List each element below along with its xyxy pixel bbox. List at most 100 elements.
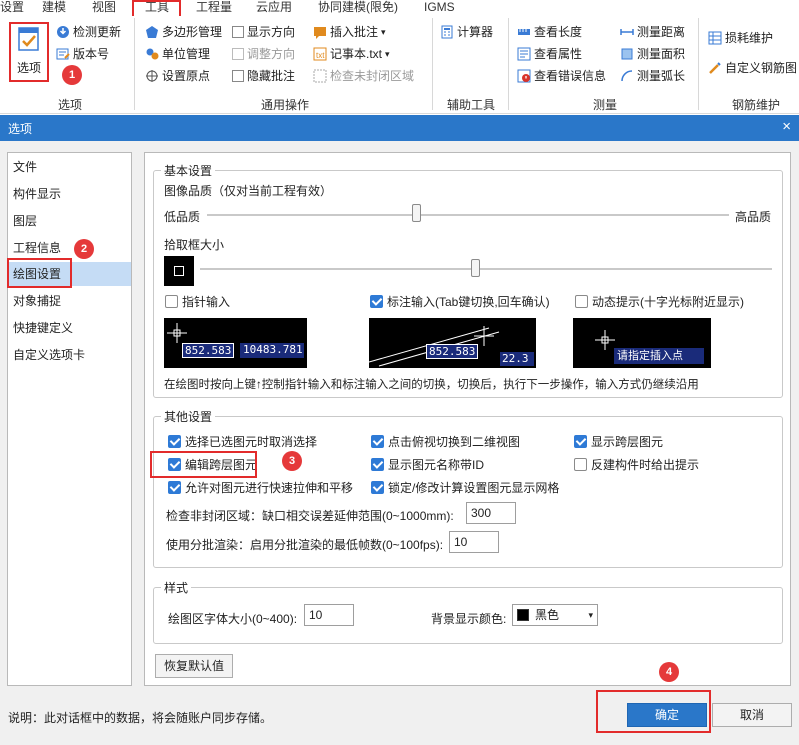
pick-box-preview: [164, 256, 194, 286]
show-direction-toggle[interactable]: 显示方向: [232, 22, 295, 42]
polygon-mgmt-button[interactable]: 多边形管理: [145, 22, 222, 42]
ok-button-highlight: [596, 690, 711, 733]
check-unclosed-button[interactable]: 检查未封闭区域: [313, 66, 414, 86]
show-name-id-checkbox[interactable]: [371, 457, 384, 471]
high-quality-label: 高品质: [735, 210, 772, 224]
rebar-group-label: 钢筋维护: [731, 98, 780, 112]
quick-stretch-checkbox[interactable]: [168, 480, 181, 494]
measure-area-button[interactable]: 测量面积: [620, 44, 685, 64]
close-icon[interactable]: ×: [782, 118, 791, 135]
bg-color-swatch: [517, 609, 529, 621]
unclosed-range-input[interactable]: 300: [466, 502, 516, 524]
preview-hint-text: 请指定插入点: [614, 348, 704, 364]
deselect-selected-option[interactable]: 选择已选图元时取消选择: [168, 432, 317, 450]
tab-cloud[interactable]: 云应用: [256, 0, 292, 16]
view-length-button[interactable]: 查看长度: [517, 22, 582, 42]
top-view-2d-option[interactable]: 点击俯视切换到二维视图: [371, 432, 520, 450]
deselect-selected-checkbox[interactable]: [168, 434, 181, 448]
cancel-button[interactable]: 取消: [712, 703, 792, 727]
unclosed-range-label: 检查非封闭区域：缺口相交误差延伸范围(0~1000mm):: [166, 509, 454, 523]
font-size-input[interactable]: 10: [304, 604, 354, 626]
bg-color-select[interactable]: 黑色 ▾: [512, 604, 598, 626]
nav-item-project-info[interactable]: 工程信息: [8, 236, 131, 260]
pointer-input-checkbox[interactable]: [165, 294, 178, 308]
tab-modeling[interactable]: 建模: [42, 0, 66, 16]
measure-arc-button[interactable]: 测量弧长: [620, 66, 685, 86]
calculator-button[interactable]: 计算器: [440, 22, 493, 42]
custom-rebar-button[interactable]: 自定义钢筋图: [708, 58, 797, 78]
nav-item-shortcut-keys[interactable]: 快捷键定义: [8, 316, 131, 340]
hide-annotation-toggle[interactable]: 隐藏批注: [232, 66, 295, 86]
nav-item-component-display[interactable]: 构件显示: [8, 182, 131, 206]
chevron-down-icon: ▾: [385, 49, 390, 59]
pick-box-label: 拾取框大小: [164, 238, 225, 252]
error-icon: [517, 69, 531, 83]
input-toggle-note: 在绘图时按向上键↑控制指针输入和标注输入之间的切换，切换后，执行下一步操作，输入…: [164, 379, 699, 391]
notepad-icon: txt: [313, 47, 327, 61]
image-quality-label: 图像品质（仅对当前工程有效）: [164, 184, 333, 198]
loss-table-icon: [708, 31, 722, 45]
image-quality-slider[interactable]: [207, 214, 729, 216]
reverse-build-hint-checkbox[interactable]: [574, 457, 587, 471]
preview-value-box: 852.583: [182, 343, 234, 358]
preview-angle-box: 22.3: [500, 352, 534, 366]
dialog-titlebar: 选项 ×: [0, 115, 799, 141]
pick-box-slider[interactable]: [200, 268, 772, 270]
restore-default-button[interactable]: 恢复默认值: [155, 654, 233, 678]
polygon-icon: [146, 26, 158, 38]
version-icon: [56, 48, 70, 60]
adjust-direction-toggle[interactable]: 调整方向: [232, 44, 295, 64]
insert-annotation-button[interactable]: 插入批注 ▾: [313, 22, 386, 42]
font-size-label: 绘图区字体大小(0~400):: [168, 612, 298, 626]
view-error-button[interactable]: 查看错误信息: [517, 66, 606, 86]
nav-item-layer[interactable]: 图层: [8, 209, 131, 233]
unit-mgmt-button[interactable]: 单位管理: [145, 44, 210, 64]
drawing-settings-highlight: [7, 258, 72, 288]
top-view-2d-checkbox[interactable]: [371, 434, 384, 448]
measure-distance-button[interactable]: 测量距离: [620, 22, 685, 42]
show-cross-layer-checkbox[interactable]: [574, 434, 587, 448]
edit-cross-layer-highlight: [150, 451, 257, 478]
lock-grid-option[interactable]: 锁定/修改计算设置图元显示网格: [371, 478, 559, 496]
dynamic-hint-option[interactable]: 动态提示(十字光标附近显示): [575, 292, 744, 310]
dimension-input-checkbox[interactable]: [370, 294, 383, 308]
pick-box-square: [174, 266, 184, 276]
version-button[interactable]: 版本号: [56, 44, 109, 64]
aux-tools-group-label: 辅助工具: [446, 98, 495, 112]
check-update-button[interactable]: 检测更新: [56, 22, 121, 42]
calculator-icon: [441, 25, 453, 39]
image-quality-slider-thumb[interactable]: [411, 204, 421, 222]
pick-box-slider-thumb[interactable]: [471, 259, 480, 277]
tab-view[interactable]: 视图: [92, 0, 116, 16]
pointer-input-option[interactable]: 指针输入: [165, 292, 230, 310]
tab-collab[interactable]: 协同建模(限免): [318, 0, 398, 16]
tab-quantity[interactable]: 工程量: [196, 0, 232, 16]
dynamic-hint-checkbox[interactable]: [575, 294, 588, 308]
notepad-button[interactable]: txt 记事本.txt ▾: [313, 44, 390, 64]
ribbon-separator: [698, 18, 699, 110]
batch-render-input[interactable]: 10: [449, 531, 499, 553]
loss-maintain-button[interactable]: 损耗维护: [708, 28, 773, 48]
show-cross-layer-option[interactable]: 显示跨层图元: [574, 432, 663, 450]
nav-item-custom-tabs[interactable]: 自定义选项卡: [8, 343, 131, 367]
general-ops-group-label: 通用操作: [260, 98, 309, 112]
reverse-build-hint-option[interactable]: 反建构件时给出提示: [574, 455, 699, 473]
tab-igms[interactable]: IGMS: [424, 0, 455, 16]
nav-item-object-snap[interactable]: 对象捕捉: [8, 289, 131, 313]
lock-grid-checkbox[interactable]: [371, 480, 384, 494]
adjust-direction-checkbox[interactable]: [232, 48, 244, 60]
step-badge-3: 3: [282, 451, 302, 471]
hide-annotation-checkbox[interactable]: [232, 70, 244, 82]
tab-settings[interactable]: 设置: [0, 0, 24, 16]
step-badge-2: 2: [74, 239, 94, 259]
unit-icon: [146, 48, 159, 60]
show-direction-checkbox[interactable]: [232, 26, 244, 38]
dimension-input-option[interactable]: 标注输入(Tab键切换,回车确认): [370, 292, 550, 310]
nav-item-file[interactable]: 文件: [8, 155, 131, 179]
footer-note: 说明：此对话框中的数据，将会随账户同步存储。: [8, 711, 273, 725]
quick-stretch-option[interactable]: 允许对图元进行快速拉伸和平移: [168, 478, 353, 496]
show-name-id-option[interactable]: 显示图元名称带ID: [371, 455, 484, 473]
set-origin-button[interactable]: 设置原点: [145, 66, 210, 86]
view-attr-button[interactable]: 查看属性: [517, 44, 582, 64]
svg-text:txt: txt: [316, 51, 325, 60]
